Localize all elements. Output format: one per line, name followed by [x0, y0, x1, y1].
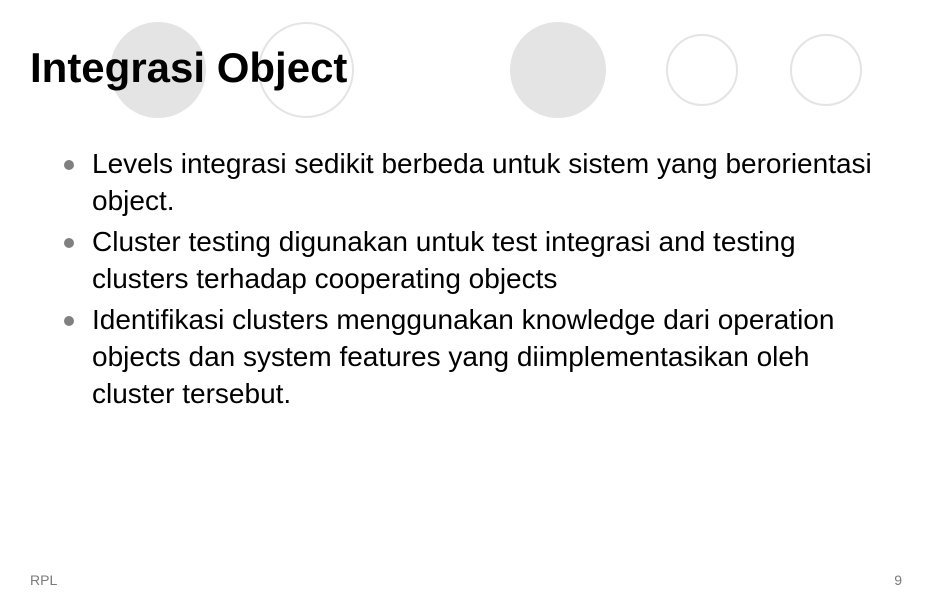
list-item: Cluster testing digunakan untuk test int…	[64, 224, 884, 298]
decor-circle	[790, 34, 862, 106]
list-item: Identifikasi clusters menggunakan knowle…	[64, 302, 884, 413]
footer-label: RPL	[30, 572, 57, 588]
bullet-list: Levels integrasi sedikit berbeda untuk s…	[64, 146, 884, 417]
bullet-icon	[64, 316, 74, 326]
slide-title: Integrasi Object	[30, 44, 347, 92]
bullet-text: Cluster testing digunakan untuk test int…	[92, 224, 884, 298]
bullet-text: Levels integrasi sedikit berbeda untuk s…	[92, 146, 884, 220]
bullet-icon	[64, 238, 74, 248]
bullet-text: Identifikasi clusters menggunakan knowle…	[92, 302, 884, 413]
bullet-icon	[64, 160, 74, 170]
decor-circle	[510, 22, 606, 118]
page-number: 9	[894, 572, 902, 588]
list-item: Levels integrasi sedikit berbeda untuk s…	[64, 146, 884, 220]
decor-circle	[666, 34, 738, 106]
